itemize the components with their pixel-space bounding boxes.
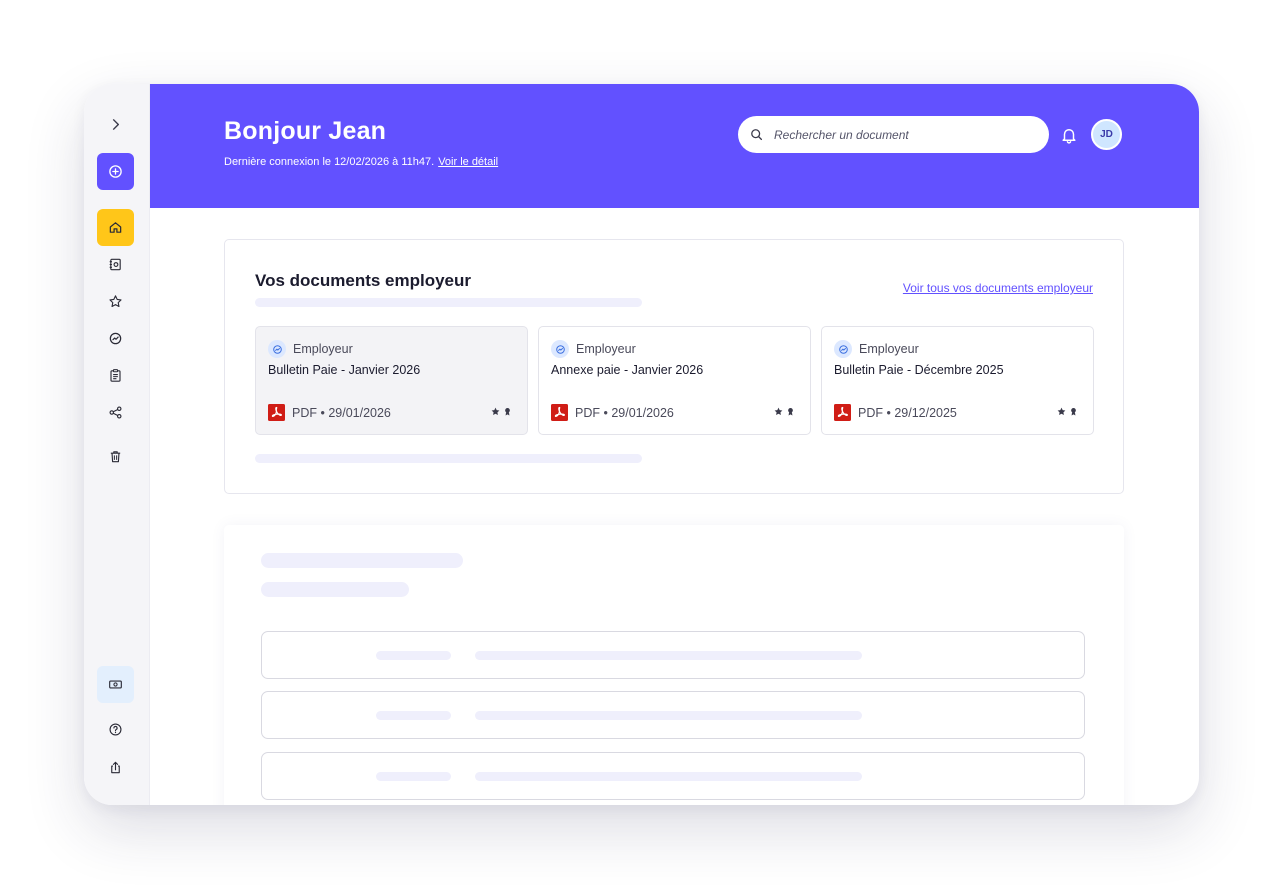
document-meta: PDF • 29/01/2026 (268, 404, 391, 421)
certified-icon[interactable] (786, 407, 795, 416)
loading-row (261, 752, 1085, 800)
sidebar-item-documents[interactable] (97, 246, 134, 283)
loading-placeholder-card (224, 525, 1124, 805)
search-icon (751, 129, 763, 141)
search-bar (738, 116, 1049, 153)
welcome-header: Bonjour Jean Dernière connexion le 12/02… (150, 84, 1199, 208)
partners-icon (109, 332, 122, 345)
star-filled-icon[interactable] (491, 407, 500, 416)
page-title: Bonjour Jean (224, 117, 387, 145)
certified-icon[interactable] (503, 407, 512, 416)
sidebar-item-help[interactable] (97, 711, 134, 748)
document-name: Bulletin Paie - Janvier 2026 (268, 363, 421, 377)
last-login-text: Dernière connexion le 12/02/2026 à 11h47… (224, 156, 435, 168)
sidebar-item-home[interactable] (97, 209, 134, 246)
trash-icon (110, 451, 121, 463)
sidebar (84, 84, 150, 805)
document-type-date: PDF • 29/01/2026 (575, 405, 674, 420)
sidebar-item-shared[interactable] (97, 394, 134, 431)
document-source-label: Employeur (293, 342, 353, 356)
section-title: Vos documents employeur (255, 271, 472, 290)
employer-badge-icon (834, 340, 852, 358)
view-detail-link[interactable]: Voir le détail (438, 156, 498, 168)
loading-row (261, 691, 1085, 739)
document-tile[interactable]: Employeur Annexe paie - Janvier 2026 PDF… (538, 326, 811, 435)
loading-title-bar (261, 553, 463, 568)
star-filled-icon[interactable] (774, 407, 783, 416)
share-icon (109, 406, 122, 419)
loading-bar (255, 454, 642, 463)
search-input[interactable] (774, 127, 1034, 142)
document-type-date: PDF • 29/01/2026 (292, 405, 391, 420)
star-filled-icon[interactable] (1057, 407, 1066, 416)
document-icon (109, 258, 121, 271)
add-document-button[interactable] (97, 153, 134, 190)
avatar[interactable]: JD (1091, 119, 1122, 150)
app-window: Bonjour Jean Dernière connexion le 12/02… (84, 84, 1199, 805)
sidebar-item-payments[interactable] (97, 666, 134, 703)
notifications-button[interactable] (1058, 124, 1080, 146)
document-source-label: Employeur (576, 342, 636, 356)
star-icon (109, 295, 122, 308)
document-name: Annexe paie - Janvier 2026 (551, 363, 704, 377)
pdf-icon (834, 404, 851, 421)
sidebar-item-favorites[interactable] (97, 283, 134, 320)
pdf-icon (551, 404, 568, 421)
document-tile[interactable]: Employeur Bulletin Paie - Décembre 2025 … (821, 326, 1094, 435)
add-circle-icon (109, 165, 122, 178)
document-actions (1057, 407, 1078, 416)
document-actions (774, 407, 795, 416)
pdf-icon (268, 404, 285, 421)
loading-bar (376, 711, 451, 720)
document-source: Employeur (551, 340, 636, 358)
document-actions (491, 407, 512, 416)
document-tile[interactable]: Employeur Bulletin Paie - Janvier 2026 P… (255, 326, 528, 435)
sidebar-item-forms[interactable] (97, 357, 134, 394)
loading-bar (475, 772, 862, 781)
clipboard-icon (110, 369, 121, 382)
certified-icon[interactable] (1069, 407, 1078, 416)
expand-sidebar-button[interactable] (97, 106, 134, 143)
loading-bar (475, 651, 862, 660)
export-icon (111, 761, 120, 774)
home-icon (109, 222, 122, 233)
document-source: Employeur (268, 340, 353, 358)
last-login-info: Dernière connexion le 12/02/2026 à 11h47… (224, 156, 498, 168)
document-name: Bulletin Paie - Décembre 2025 (834, 363, 1004, 377)
bell-icon (1062, 128, 1076, 144)
loading-bar (376, 772, 451, 781)
chevron-right-icon (112, 119, 120, 130)
document-meta: PDF • 29/01/2026 (551, 404, 674, 421)
sidebar-item-export[interactable] (97, 749, 134, 786)
sidebar-item-trash[interactable] (97, 438, 134, 475)
banknote-icon (109, 680, 122, 689)
loading-bar (376, 651, 451, 660)
help-icon (109, 723, 122, 736)
employer-badge-icon (551, 340, 569, 358)
see-all-employer-documents-link[interactable]: Voir tous vos documents employeur (903, 281, 1093, 295)
document-source: Employeur (834, 340, 919, 358)
document-type-date: PDF • 29/12/2025 (858, 405, 957, 420)
loading-bar (255, 298, 642, 307)
document-meta: PDF • 29/12/2025 (834, 404, 957, 421)
employer-badge-icon (268, 340, 286, 358)
loading-row (261, 631, 1085, 679)
loading-bar (475, 711, 862, 720)
loading-subtitle-bar (261, 582, 409, 597)
sidebar-item-partners[interactable] (97, 320, 134, 357)
employer-documents-card: Vos documents employeur Voir tous vos do… (224, 239, 1124, 494)
document-source-label: Employeur (859, 342, 919, 356)
